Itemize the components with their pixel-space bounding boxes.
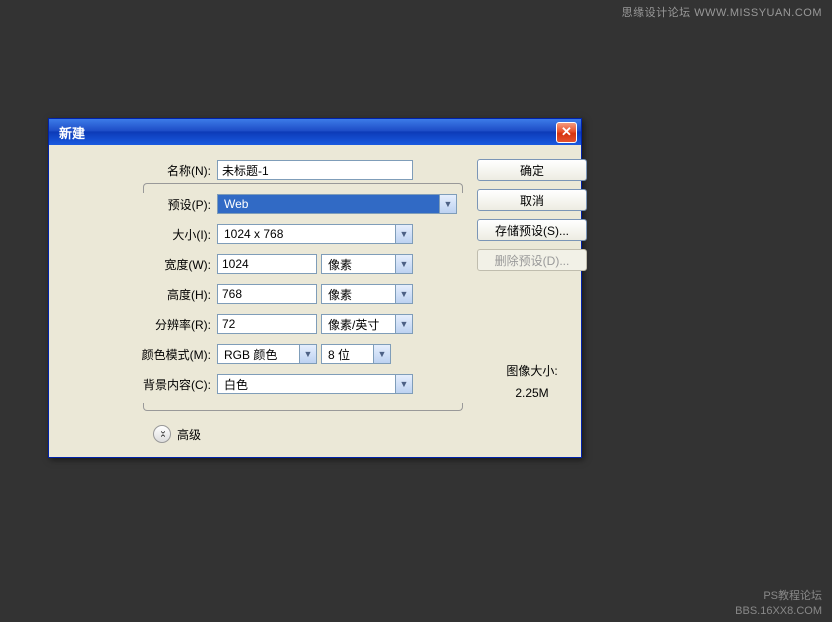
chevron-down-icon: ▼ xyxy=(395,225,412,243)
fieldset-bottom-border xyxy=(143,403,463,411)
new-document-dialog: 新建 ✕ 名称(N): 预设(P): Web ▼ 大小(I): 1024 xyxy=(48,118,582,458)
dialog-body: 名称(N): 预设(P): Web ▼ 大小(I): 1024 x 768 ▼ xyxy=(49,145,581,457)
resolution-unit-dropdown[interactable]: 像素/英寸 ▼ xyxy=(321,314,413,334)
advanced-label: 高级 xyxy=(177,426,201,443)
watermark-bottom: PS教程论坛 BBS.16XX8.COM xyxy=(735,589,822,618)
colormode-dropdown[interactable]: RGB 颜色 ▼ xyxy=(217,344,317,364)
chevron-down-icon: ▼ xyxy=(395,255,412,273)
advanced-section[interactable]: ›‹ 高级 xyxy=(153,425,463,443)
chevron-down-icon: ▼ xyxy=(395,285,412,303)
close-button[interactable]: ✕ xyxy=(556,122,577,143)
name-label: 名称(N): xyxy=(67,162,217,179)
ok-button[interactable]: 确定 xyxy=(477,159,587,181)
dialog-title: 新建 xyxy=(59,123,556,142)
height-unit-value: 像素 xyxy=(322,286,395,303)
chevron-down-icon: ▼ xyxy=(395,375,412,393)
height-unit-dropdown[interactable]: 像素 ▼ xyxy=(321,284,413,304)
size-label: 大小(I): xyxy=(67,226,217,243)
chevron-down-icon: ▼ xyxy=(373,345,390,363)
name-input[interactable] xyxy=(217,160,413,180)
background-label: 背景内容(C): xyxy=(67,376,217,393)
save-preset-button[interactable]: 存储预设(S)... xyxy=(477,219,587,241)
form-pane: 名称(N): 预设(P): Web ▼ 大小(I): 1024 x 768 ▼ xyxy=(67,159,463,443)
resolution-input[interactable] xyxy=(217,314,317,334)
buttons-pane: 确定 取消 存储预设(S)... 删除预设(D)... 图像大小: 2.25M xyxy=(477,159,587,443)
watermark-bottom-line1: PS教程论坛 xyxy=(735,589,822,603)
width-label: 宽度(W): xyxy=(67,256,217,273)
chevron-down-icon: ▼ xyxy=(395,315,412,333)
colormode-value: RGB 颜色 xyxy=(218,346,299,363)
expand-toggle-icon[interactable]: ›‹ xyxy=(153,425,171,443)
bitdepth-dropdown[interactable]: 8 位 ▼ xyxy=(321,344,391,364)
size-dropdown[interactable]: 1024 x 768 ▼ xyxy=(217,224,413,244)
height-input[interactable] xyxy=(217,284,317,304)
titlebar[interactable]: 新建 ✕ xyxy=(49,119,581,145)
background-value: 白色 xyxy=(218,376,395,393)
height-label: 高度(H): xyxy=(67,286,217,303)
fieldset-top-border xyxy=(143,183,463,193)
chevron-down-icon: ▼ xyxy=(439,195,456,213)
bitdepth-value: 8 位 xyxy=(322,346,373,363)
width-input[interactable] xyxy=(217,254,317,274)
image-size-label: 图像大小: xyxy=(477,361,587,383)
width-unit-dropdown[interactable]: 像素 ▼ xyxy=(321,254,413,274)
cancel-button[interactable]: 取消 xyxy=(477,189,587,211)
image-size-value: 2.25M xyxy=(477,383,587,405)
colormode-label: 颜色模式(M): xyxy=(67,346,217,363)
chevron-down-icon: ▼ xyxy=(299,345,316,363)
resolution-unit-value: 像素/英寸 xyxy=(322,316,395,333)
resolution-label: 分辨率(R): xyxy=(67,316,217,333)
preset-value: Web xyxy=(218,197,439,211)
width-unit-value: 像素 xyxy=(322,256,395,273)
image-size-info: 图像大小: 2.25M xyxy=(477,361,587,404)
preset-label: 预设(P): xyxy=(67,196,217,213)
size-value: 1024 x 768 xyxy=(218,227,395,241)
close-icon: ✕ xyxy=(561,124,572,140)
delete-preset-button: 删除预设(D)... xyxy=(477,249,587,271)
preset-dropdown[interactable]: Web ▼ xyxy=(217,194,457,214)
watermark-bottom-line2: BBS.16XX8.COM xyxy=(735,604,822,618)
watermark-top: 思缘设计论坛 WWW.MISSYUAN.COM xyxy=(622,4,822,20)
background-dropdown[interactable]: 白色 ▼ xyxy=(217,374,413,394)
